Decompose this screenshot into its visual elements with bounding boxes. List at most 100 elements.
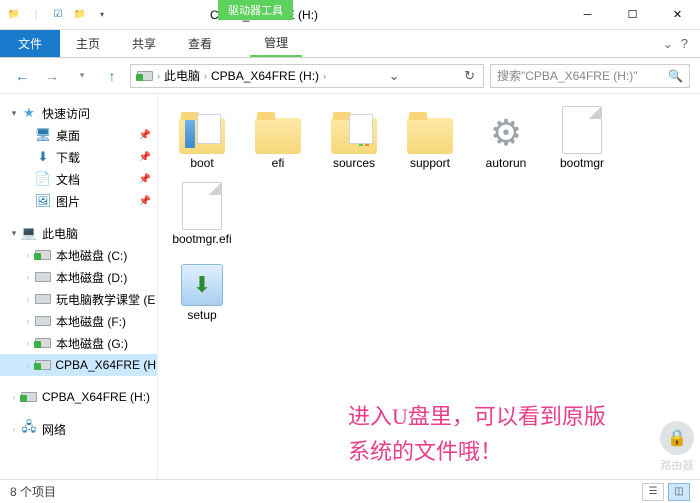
file-autorun[interactable]: ⚙ autorun — [470, 106, 542, 170]
tab-home[interactable]: 主页 — [60, 30, 116, 57]
annotation-line2: 系统的文件哦！ — [348, 434, 606, 469]
blank-file-icon — [558, 106, 606, 154]
folder-small-icon[interactable]: 📁 — [72, 7, 88, 23]
addr-dropdown-icon[interactable]: ⌄ — [385, 68, 404, 84]
pc-icon: 💻 — [20, 225, 38, 241]
tab-manage[interactable]: 管理 — [250, 30, 302, 57]
chevron-down-icon[interactable]: ▾ — [8, 108, 20, 119]
main-area: ▾★快速访问 🖥桌面📌 ⬇下载📌 📄文档📌 🖼图片📌 ▾💻此电脑 ›本地磁盘 (… — [0, 94, 700, 479]
navigation-pane: ▾★快速访问 🖥桌面📌 ⬇下载📌 📄文档📌 🖼图片📌 ▾💻此电脑 ›本地磁盘 (… — [0, 94, 158, 479]
file-setup[interactable]: ⬇ setup — [166, 258, 238, 322]
nav-forward-button[interactable]: → — [40, 64, 64, 88]
file-label: setup — [187, 308, 216, 322]
drive-icon — [34, 269, 52, 285]
chevron-right-icon[interactable]: › — [202, 71, 209, 81]
content-pane[interactable]: boot efi sources support ⚙ autorun bootm… — [158, 94, 700, 479]
nav-quick-access[interactable]: ▾★快速访问 — [0, 102, 157, 124]
tab-file[interactable]: 文件 — [0, 30, 60, 57]
addr-root[interactable]: 此电脑 — [162, 67, 202, 84]
drive-icon — [34, 335, 52, 351]
nav-drive-h[interactable]: ›CPBA_X64FRE (H: — [0, 354, 157, 376]
chevron-right-icon[interactable]: › — [22, 316, 34, 326]
network-icon: 🖧 — [20, 421, 38, 437]
search-input[interactable]: 搜索"CPBA_X64FRE (H:)" 🔍 — [490, 64, 690, 88]
folder-icon — [330, 106, 378, 154]
folder-efi[interactable]: efi — [242, 106, 314, 170]
nav-back-button[interactable]: ← — [10, 64, 34, 88]
view-switcher: ☰ ◫ — [642, 483, 690, 501]
chevron-right-icon[interactable]: › — [22, 360, 34, 370]
folder-sources[interactable]: sources — [318, 106, 390, 170]
nav-drive-g[interactable]: ›本地磁盘 (G:) — [0, 332, 157, 354]
chevron-right-icon[interactable]: › — [22, 294, 34, 304]
nav-network[interactable]: ›🖧网络 — [0, 418, 157, 440]
nav-drive-d[interactable]: ›本地磁盘 (D:) — [0, 266, 157, 288]
window-controls: ─ ☐ ✕ — [565, 0, 700, 30]
status-bar: 8 个项目 ☰ ◫ — [0, 479, 700, 503]
drive-icon — [34, 357, 52, 373]
nav-up-button[interactable]: ↑ — [100, 64, 124, 88]
chevron-down-icon[interactable]: ▾ — [8, 228, 20, 239]
chevron-right-icon[interactable]: › — [22, 250, 34, 260]
search-placeholder: 搜索"CPBA_X64FRE (H:)" — [497, 67, 638, 84]
picture-icon: 🖼 — [34, 193, 52, 209]
file-label: bootmgr — [560, 156, 604, 170]
titlebar: 📁 | ☑ 📁 ▾ 驱动器工具 CPBA_X64FRE (H:) ─ ☐ ✕ — [0, 0, 700, 30]
addr-drive-icon — [135, 71, 155, 81]
tab-share[interactable]: 共享 — [116, 30, 172, 57]
icons-view-button[interactable]: ◫ — [668, 483, 690, 501]
chevron-right-icon[interactable]: › — [22, 272, 34, 282]
refresh-icon[interactable]: ↻ — [460, 68, 479, 84]
ribbon-expand-button[interactable]: ⌄ ? — [651, 30, 700, 57]
nav-recent-button[interactable]: ▾ — [70, 64, 94, 88]
divider-icon: | — [28, 7, 44, 23]
chevron-right-icon[interactable]: › — [8, 424, 20, 434]
nav-pictures[interactable]: 🖼图片📌 — [0, 190, 157, 212]
address-bar[interactable]: › 此电脑 › CPBA_X64FRE (H:) › ⌄ ↻ — [130, 64, 484, 88]
status-item-count: 8 个项目 — [10, 483, 56, 500]
drive-icon — [34, 291, 52, 307]
nav-documents[interactable]: 📄文档📌 — [0, 168, 157, 190]
chevron-right-icon[interactable]: › — [321, 71, 328, 81]
chevron-right-icon[interactable]: › — [22, 338, 34, 348]
installer-icon: ⬇ — [178, 258, 226, 306]
gear-icon: ⚙ — [482, 106, 530, 154]
file-label: boot — [190, 156, 213, 170]
nav-downloads[interactable]: ⬇下载📌 — [0, 146, 157, 168]
file-bootmgr-efi[interactable]: bootmgr.efi — [166, 182, 238, 246]
nav-drive-f[interactable]: ›本地磁盘 (F:) — [0, 310, 157, 332]
folder-icon: 📁 — [6, 7, 22, 23]
nav-this-pc[interactable]: ▾💻此电脑 — [0, 222, 157, 244]
maximize-button[interactable]: ☐ — [610, 0, 655, 30]
minimize-button[interactable]: ─ — [565, 0, 610, 30]
watermark: 🔒 路由器 — [660, 421, 694, 473]
drive-icon — [34, 247, 52, 263]
chevron-right-icon[interactable]: › — [8, 392, 20, 402]
folder-boot[interactable]: boot — [166, 106, 238, 170]
nav-desktop[interactable]: 🖥桌面📌 — [0, 124, 157, 146]
star-icon: ★ — [20, 105, 38, 121]
nav-drive-e[interactable]: ›玩电脑教学课堂 (E — [0, 288, 157, 310]
nav-drive-c[interactable]: ›本地磁盘 (C:) — [0, 244, 157, 266]
close-button[interactable]: ✕ — [655, 0, 700, 30]
pin-icon: 📌 — [139, 130, 151, 141]
file-bootmgr[interactable]: bootmgr — [546, 106, 618, 170]
lock-icon: 🔒 — [660, 421, 694, 455]
context-tab-label: 驱动器工具 — [218, 0, 293, 20]
pin-icon: 📌 — [139, 196, 151, 207]
folder-support[interactable]: support — [394, 106, 466, 170]
file-label: bootmgr.efi — [172, 232, 231, 246]
tab-view[interactable]: 查看 — [172, 30, 228, 57]
check-icon[interactable]: ☑ — [50, 7, 66, 23]
chevron-right-icon[interactable]: › — [155, 71, 162, 81]
quick-access-toolbar: 📁 | ☑ 📁 ▾ — [0, 7, 110, 23]
qat-dropdown-icon[interactable]: ▾ — [94, 7, 110, 23]
addr-current[interactable]: CPBA_X64FRE (H:) — [209, 69, 321, 83]
nav-drive-h-root[interactable]: ›CPBA_X64FRE (H:) — [0, 386, 157, 408]
file-label: autorun — [486, 156, 527, 170]
desktop-icon: 🖥 — [34, 127, 52, 143]
document-icon: 📄 — [34, 171, 52, 187]
details-view-button[interactable]: ☰ — [642, 483, 664, 501]
folder-icon — [254, 106, 302, 154]
file-label: sources — [333, 156, 375, 170]
